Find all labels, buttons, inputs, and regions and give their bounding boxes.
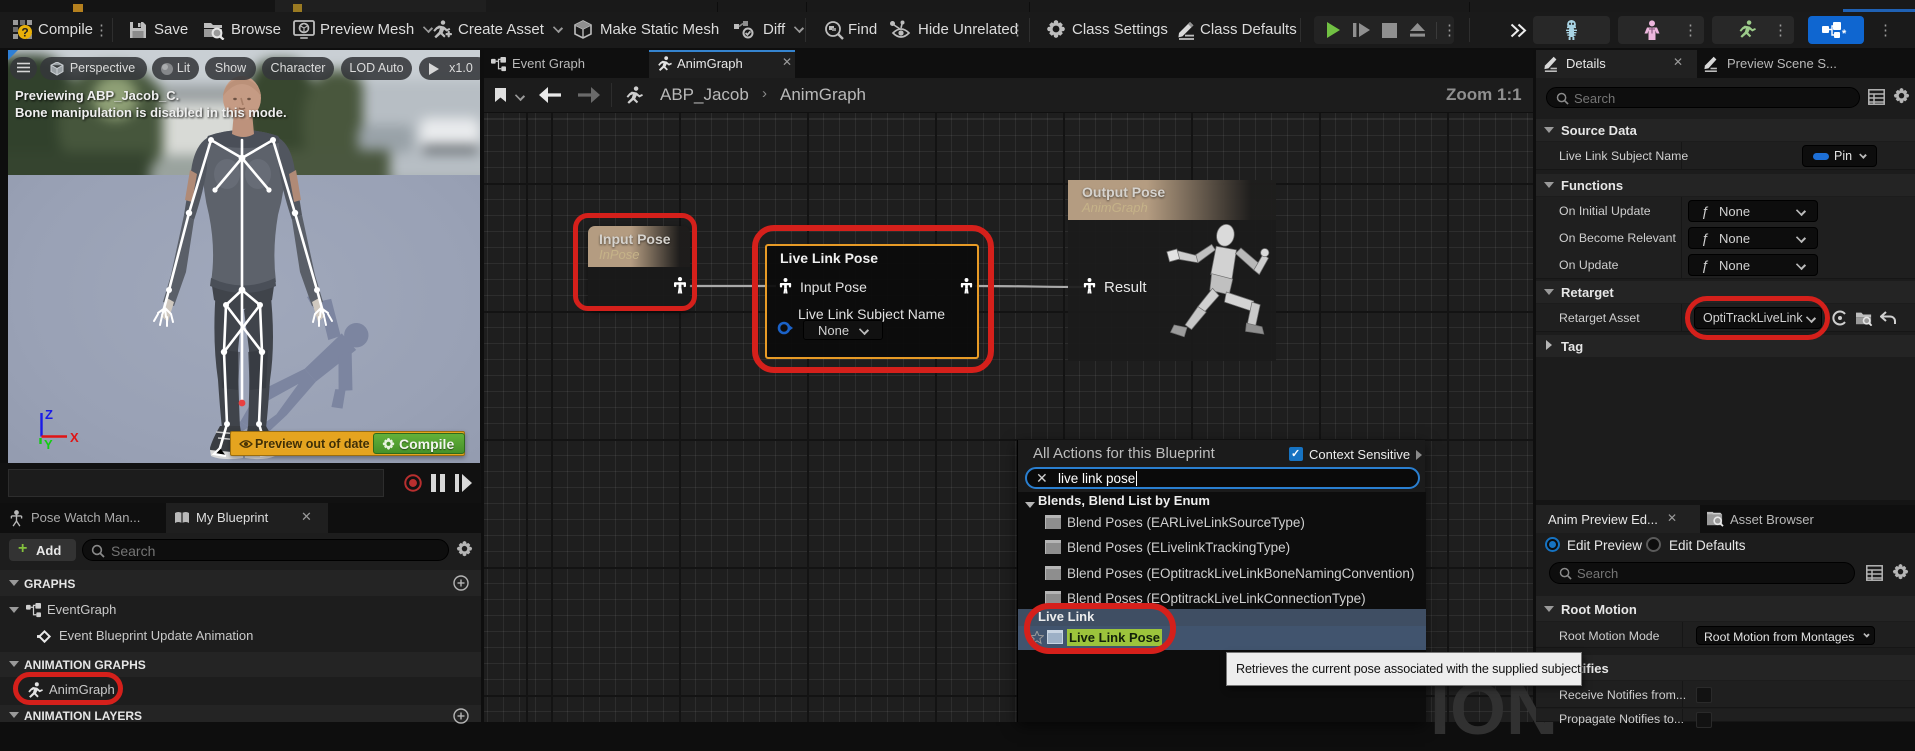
svg-text:Y: Y — [44, 437, 53, 452]
svg-text:?: ? — [21, 26, 28, 40]
svg-text:X: X — [70, 430, 79, 445]
svg-text:Z: Z — [45, 407, 53, 422]
svg-text:*: * — [1842, 28, 1847, 38]
